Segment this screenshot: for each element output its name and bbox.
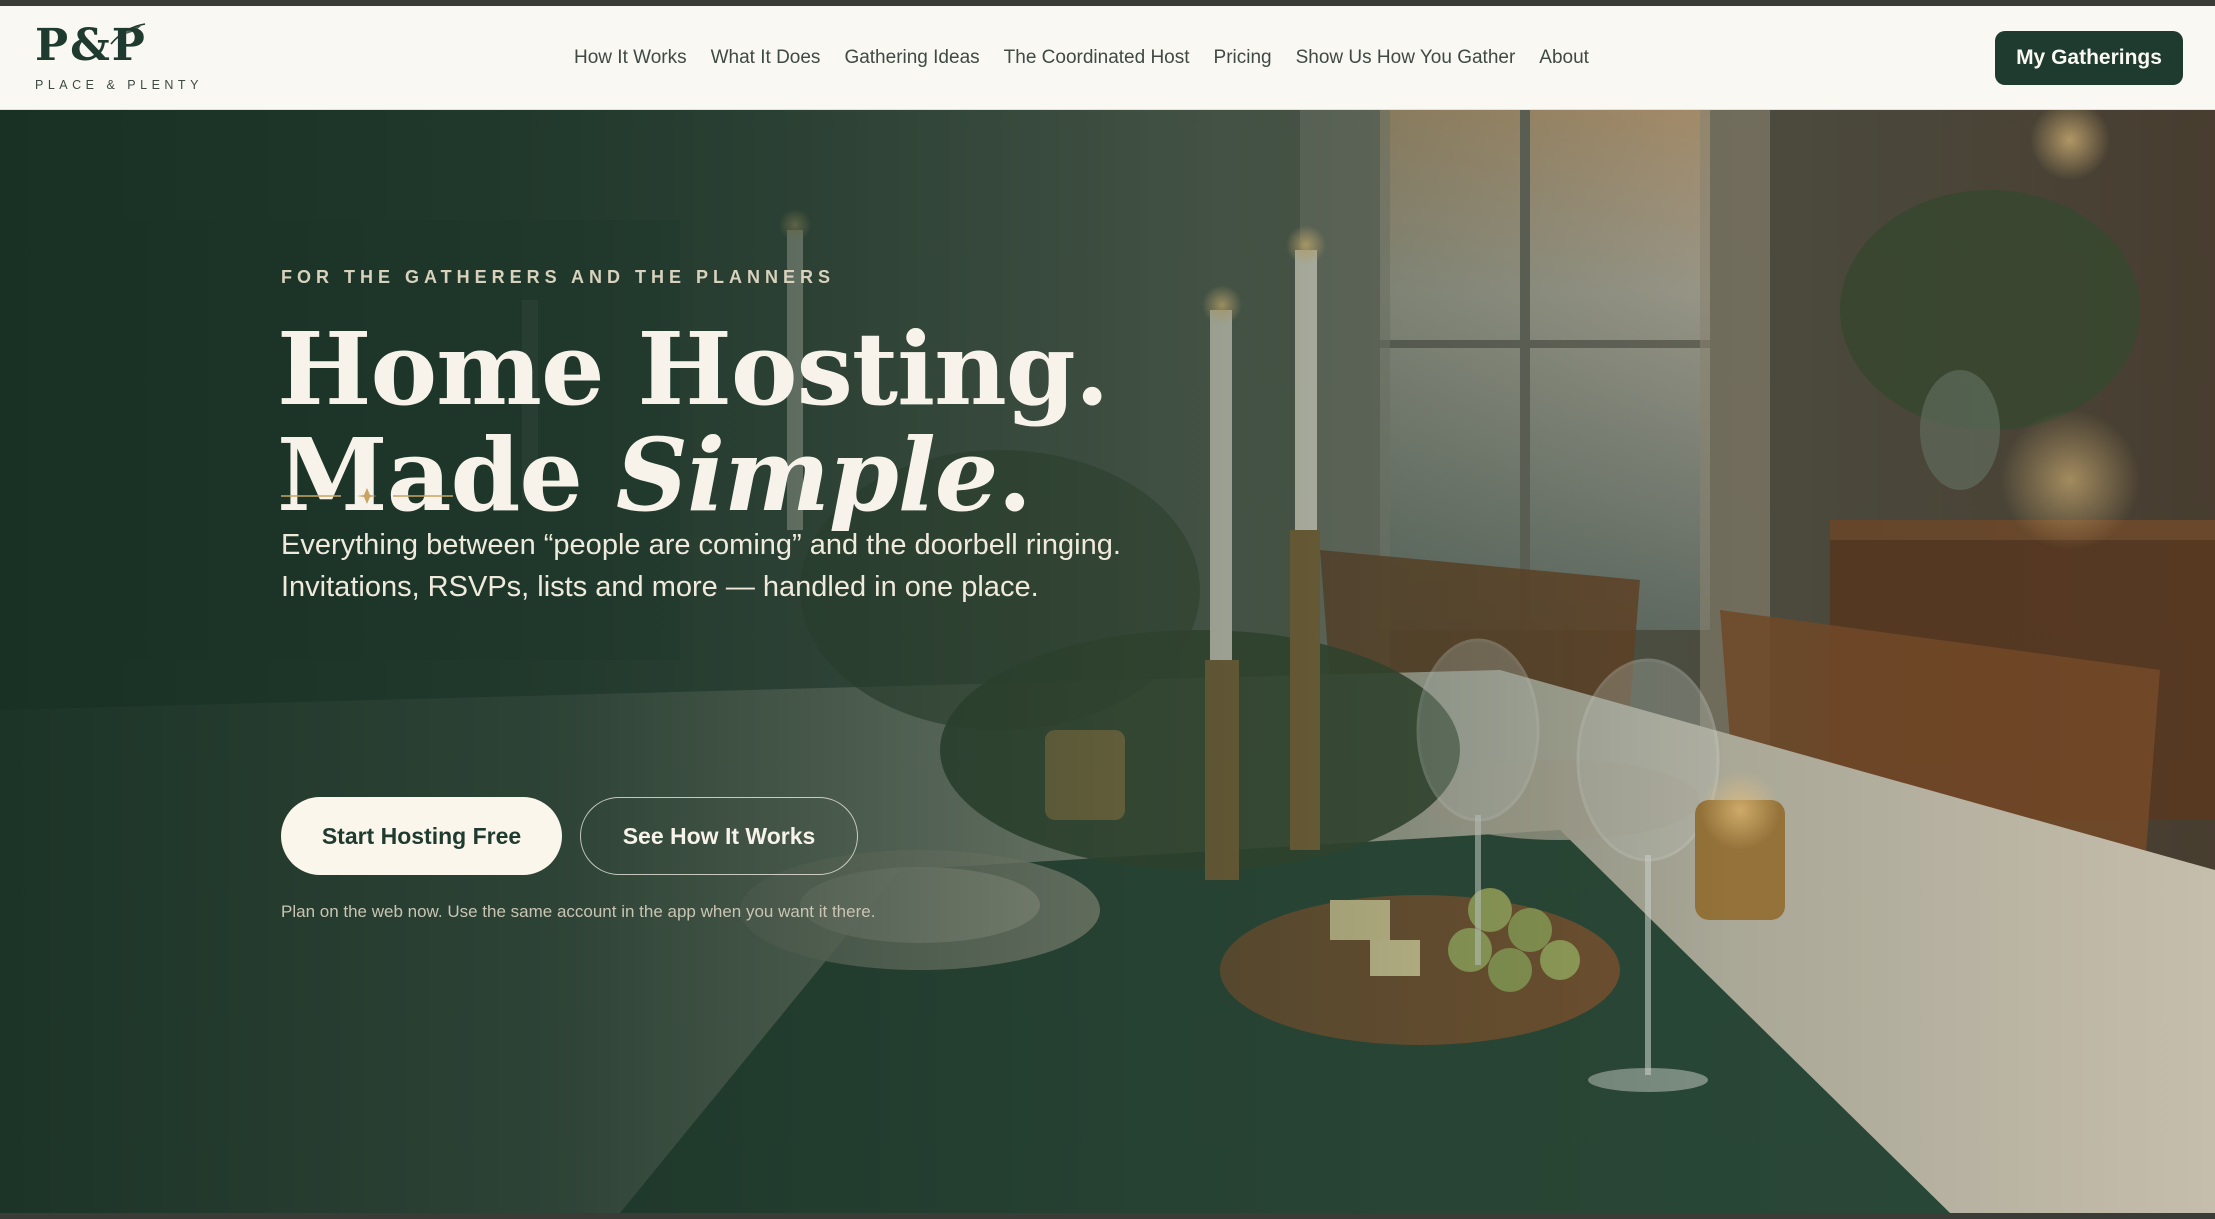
leaf-icon bbox=[110, 23, 146, 45]
nav-gathering-ideas[interactable]: Gathering Ideas bbox=[844, 47, 979, 69]
headline-line-2-prefix: Made bbox=[277, 416, 616, 534]
headline-line-1: Home Hosting. bbox=[277, 310, 1110, 428]
subcopy-line-2: Invitations, RSVPs, lists and more — han… bbox=[281, 571, 1039, 603]
hero-note: Plan on the web now. Use the same accoun… bbox=[281, 902, 876, 921]
logo-subtitle: PLACE & PLENTY bbox=[35, 78, 203, 92]
hero-eyebrow: FOR THE GATHERERS AND THE PLANNERS bbox=[281, 267, 836, 287]
nav-coordinated-host[interactable]: The Coordinated Host bbox=[1004, 47, 1190, 69]
nav-show-us[interactable]: Show Us How You Gather bbox=[1296, 47, 1516, 69]
my-gatherings-button[interactable]: My Gatherings bbox=[1995, 31, 2183, 85]
nav-about[interactable]: About bbox=[1539, 47, 1589, 69]
nav-what-it-does[interactable]: What It Does bbox=[711, 47, 821, 69]
main-nav: How It Works What It Does Gathering Idea… bbox=[574, 6, 1613, 110]
bottom-border bbox=[0, 1213, 2215, 1219]
headline-line-2-suffix: . bbox=[997, 416, 1032, 534]
start-hosting-button[interactable]: Start Hosting Free bbox=[281, 797, 562, 875]
see-how-it-works-button[interactable]: See How It Works bbox=[580, 797, 858, 875]
logo[interactable]: P&P PLACE & PLENTY bbox=[35, 20, 203, 100]
nav-pricing[interactable]: Pricing bbox=[1214, 47, 1272, 69]
nav-how-it-works[interactable]: How It Works bbox=[574, 47, 687, 69]
sparkle-divider-icon bbox=[281, 488, 453, 504]
headline-emphasis: Simple bbox=[615, 416, 999, 534]
hero-subcopy: Everything between “people are coming” a… bbox=[281, 524, 1181, 608]
site-header: P&P PLACE & PLENTY How It Works What It … bbox=[0, 6, 2215, 110]
subcopy-line-1: Everything between “people are coming” a… bbox=[281, 529, 1121, 561]
